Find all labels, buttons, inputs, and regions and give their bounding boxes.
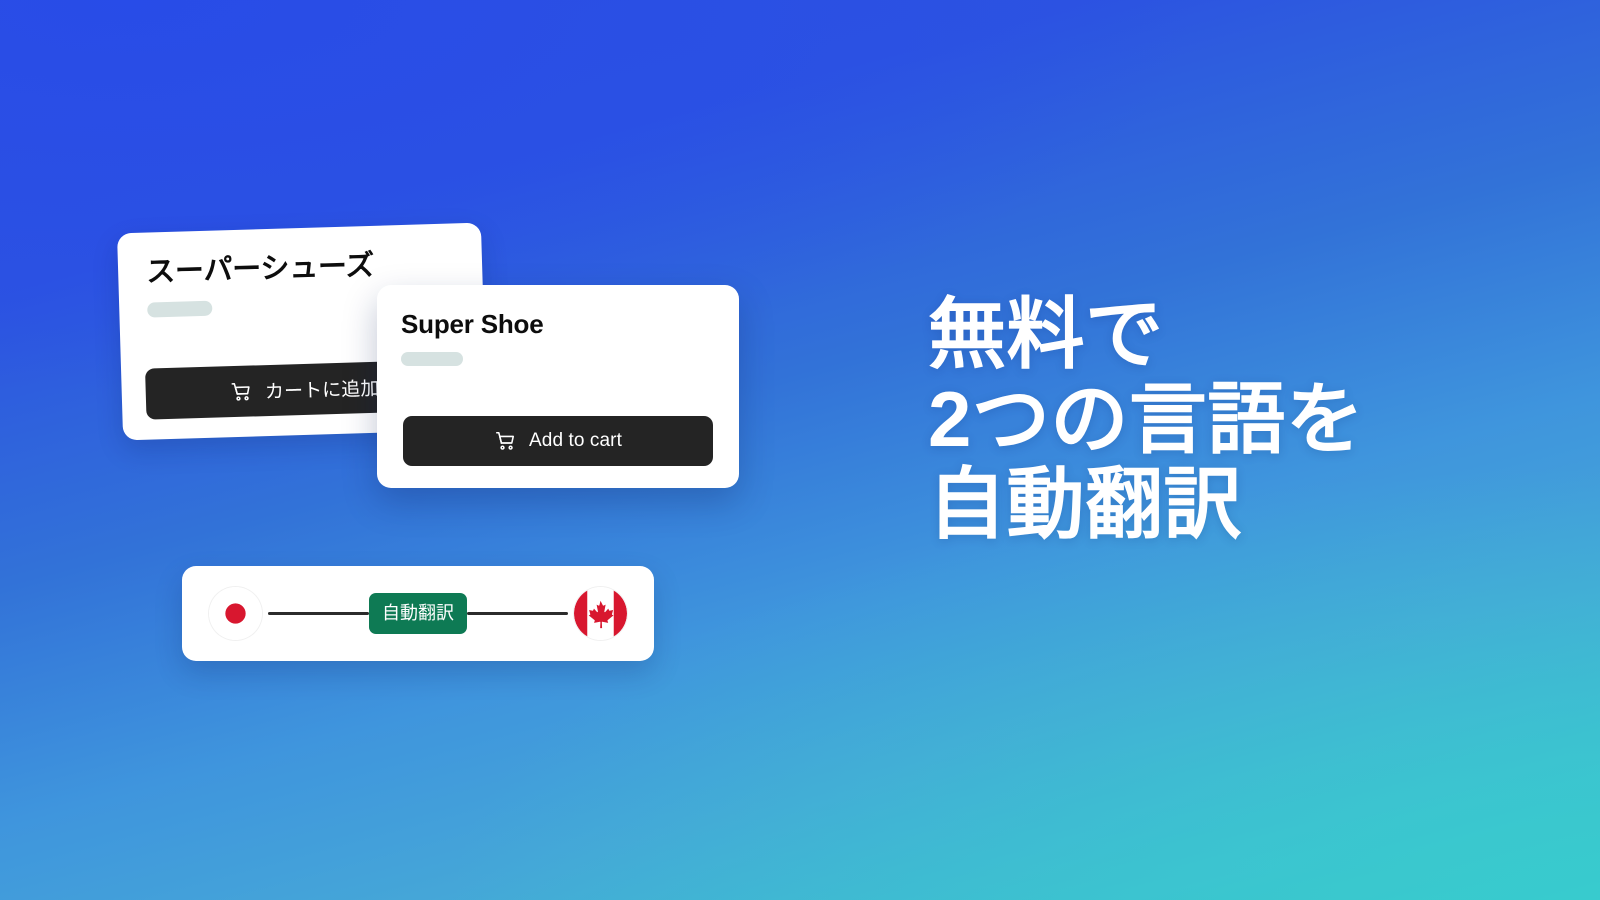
headline-line-2: 2つの言語を [928, 375, 1365, 464]
auto-translate-widget: 自動翻訳 [182, 566, 654, 661]
connector-line-right [467, 612, 568, 615]
japan-flag-icon[interactable] [209, 587, 262, 640]
headline-line-1: 無料で [928, 290, 1164, 378]
add-to-cart-label-japanese: カートに追加 [264, 378, 380, 404]
add-to-cart-button-english[interactable]: Add to cart [403, 416, 713, 466]
product-title-japanese: スーパーシューズ [145, 249, 375, 289]
product-card-english[interactable]: Super Shoe Add to cart [377, 285, 739, 488]
connector-line-left [268, 612, 369, 615]
headline-line-3: 自動翻訳 [928, 460, 1243, 549]
hero-banner: スーパーシューズ カートに追加 Super Shoe Add to cart 自… [0, 0, 1600, 900]
product-meta-placeholder [147, 300, 213, 318]
canada-flag-icon[interactable] [574, 587, 627, 640]
product-title-english: Super Shoe [401, 309, 544, 339]
shopping-cart-icon [495, 431, 515, 450]
shopping-cart-icon [231, 382, 250, 401]
headline: 無料で 2つの言語を 自動翻訳 [928, 290, 1365, 549]
translate-connector: 自動翻訳 [268, 593, 568, 634]
auto-translate-badge[interactable]: 自動翻訳 [369, 593, 467, 634]
product-meta-placeholder [401, 352, 463, 366]
add-to-cart-label-english: Add to cart [529, 430, 622, 451]
